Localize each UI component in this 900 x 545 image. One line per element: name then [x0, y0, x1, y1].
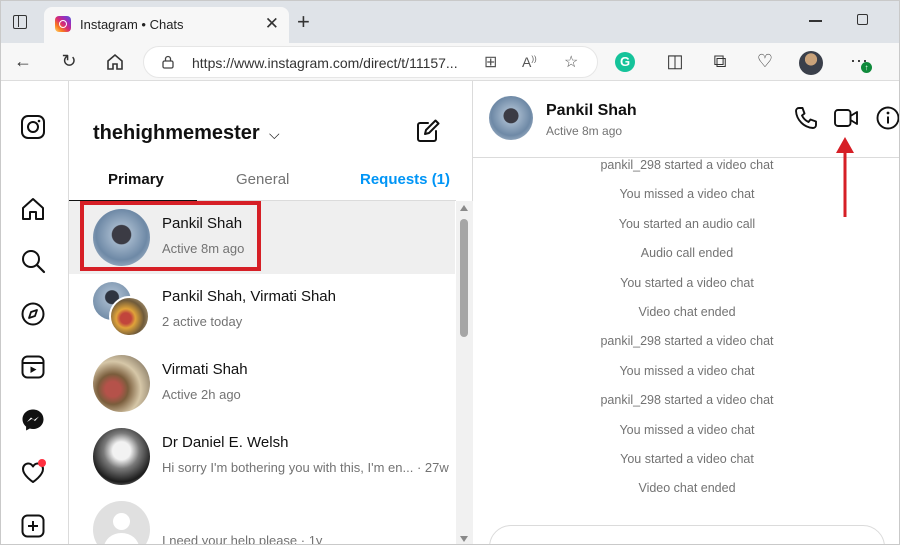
chat-row[interactable]: I need your help please · 1y [69, 493, 455, 545]
instagram-app: thehighmemester ⌵ Primary General Reques… [1, 81, 900, 545]
tab-general[interactable]: General [236, 171, 289, 188]
chat-name: Dr Daniel E. Welsh [162, 434, 289, 451]
lock-icon[interactable] [162, 55, 174, 69]
chat-row[interactable]: Dr Daniel E. Welsh Hi sorry I'm botherin… [69, 420, 455, 493]
profile-avatar[interactable] [799, 51, 823, 75]
chat-preview: Hi sorry I'm bothering you with this, I'… [162, 460, 449, 475]
chat-status: Active 2h ago [162, 387, 241, 402]
system-message: You started a video chat [620, 452, 754, 466]
messenger-icon[interactable] [20, 407, 46, 433]
refresh-icon[interactable]: ↻ [57, 50, 81, 72]
minimize-window-icon[interactable] [809, 20, 822, 22]
selected-chat-highlight [80, 201, 261, 271]
home-nav-icon[interactable] [20, 196, 46, 222]
avatar [93, 428, 150, 485]
scrollbar-thumb[interactable] [460, 219, 468, 337]
system-message: pankil_298 started a video chat [600, 334, 774, 348]
audio-call-icon[interactable] [793, 105, 819, 131]
apps-icon[interactable]: ⊞ [484, 52, 497, 72]
reels-icon[interactable] [20, 354, 46, 380]
chat-status: 2 active today [162, 314, 243, 329]
tab-bar: Instagram • Chats ✕ + [1, 1, 899, 43]
create-post-icon[interactable] [20, 513, 46, 539]
grammarly-extension-icon[interactable]: G [615, 52, 635, 72]
system-message: You started a video chat [620, 276, 754, 290]
system-message: Video chat ended [638, 481, 736, 495]
system-message: Video chat ended [638, 305, 736, 319]
avatar [93, 355, 150, 412]
chat-row[interactable]: Pankil Shah, Virmati Shah 2 active today [69, 274, 455, 347]
video-call-icon[interactable] [833, 105, 859, 131]
message-input[interactable] [489, 525, 885, 544]
split-screen-icon[interactable]: ◫ [663, 50, 687, 72]
info-icon[interactable] [875, 105, 900, 131]
tab-actions-icon[interactable] [13, 15, 27, 29]
close-tab-icon[interactable]: ✕ [265, 14, 279, 34]
default-avatar-icon [93, 501, 150, 544]
system-message: Audio call ended [640, 246, 734, 260]
tab-title: Instagram • Chats [80, 17, 184, 32]
chevron-down-icon[interactable]: ⌵ [269, 126, 280, 143]
browser-window: Instagram • Chats ✕ + ← ↻ https://www.in… [0, 0, 900, 545]
favorite-star-icon[interactable]: ☆ [564, 52, 578, 72]
navigation-bar: ← ↻ https://www.instagram.com/direct/t/1… [1, 43, 899, 81]
new-message-icon[interactable] [415, 118, 441, 144]
arrow-pointer-icon [836, 137, 854, 217]
avatar[interactable] [489, 96, 533, 140]
avatar [109, 296, 150, 337]
new-tab-icon[interactable]: + [297, 9, 310, 35]
chat-name: Virmati Shah [162, 361, 248, 378]
system-message: You missed a video chat [619, 423, 755, 437]
search-icon[interactable] [20, 248, 46, 274]
collections-icon[interactable]: ⧉ [708, 50, 732, 72]
system-message: You started an audio call [618, 217, 756, 231]
back-icon[interactable]: ← [11, 50, 35, 72]
explore-compass-icon[interactable] [20, 301, 46, 327]
system-message: pankil_298 started a video chat [600, 393, 774, 407]
scroll-up-icon[interactable] [460, 205, 468, 211]
chat-row[interactable]: Virmati Shah Active 2h ago [69, 347, 455, 420]
scroll-down-icon[interactable] [460, 536, 468, 542]
instagram-sidebar [1, 81, 69, 544]
chat-preview: I need your help please · 1y [162, 533, 323, 545]
account-username[interactable]: thehighmemester [93, 122, 260, 145]
maximize-window-icon[interactable] [857, 14, 868, 25]
conversation-title[interactable]: Pankil Shah [546, 102, 637, 120]
chat-list-scrollbar[interactable] [456, 201, 473, 544]
update-badge-icon: ↑ [861, 62, 872, 73]
chat-list-panel: thehighmemester ⌵ Primary General Reques… [69, 81, 473, 545]
inbox-tabs: Primary General Requests (1) [69, 159, 456, 201]
tab-primary[interactable]: Primary [108, 171, 164, 188]
chat-name: Pankil Shah, Virmati Shah [162, 288, 336, 305]
tab-requests[interactable]: Requests (1) [360, 171, 450, 188]
read-aloud-icon[interactable]: A)) [522, 54, 537, 70]
url-text: https://www.instagram.com/direct/t/11157… [192, 55, 458, 71]
browser-tab[interactable]: Instagram • Chats ✕ [44, 7, 289, 43]
system-message: You missed a video chat [619, 364, 755, 378]
home-icon[interactable] [103, 52, 127, 72]
instagram-logo-icon[interactable] [20, 114, 46, 140]
address-bar[interactable]: https://www.instagram.com/direct/t/11157… [143, 46, 598, 78]
notification-dot [38, 459, 46, 467]
instagram-favicon-icon [55, 16, 71, 32]
conversation-status: Active 8m ago [546, 124, 623, 138]
browser-essentials-icon[interactable]: ♡ [753, 50, 777, 72]
